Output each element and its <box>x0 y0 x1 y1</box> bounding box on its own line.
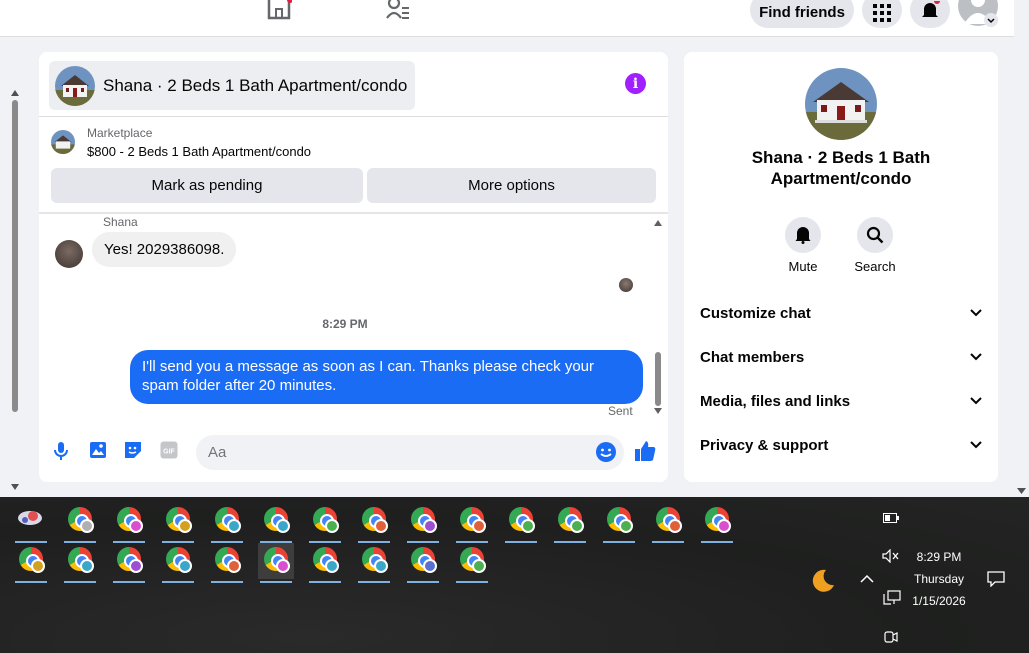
sent-status: Sent <box>608 404 633 418</box>
chat-details-panel: Shana · 2 Beds 1 Bath Apartment/condo Mu… <box>684 52 998 482</box>
chrome-profile-taskbar-icon[interactable] <box>552 503 588 543</box>
menu-button[interactable] <box>862 0 902 28</box>
find-friends-button[interactable]: Find friends <box>750 0 854 28</box>
row-label: Customize chat <box>700 304 811 322</box>
account-button[interactable] <box>958 0 998 28</box>
mute-label: Mute <box>788 259 818 274</box>
chrome-profile-taskbar-icon[interactable] <box>405 503 441 543</box>
message-composer: GIF <box>39 432 668 474</box>
webcam-icon[interactable] <box>884 630 898 644</box>
app-taskbar-icon[interactable] <box>13 503 49 543</box>
notification-center-icon[interactable] <box>987 571 1005 587</box>
chat-members-row[interactable]: Chat members <box>700 342 982 372</box>
marketplace-label: Marketplace <box>87 126 153 140</box>
more-options-button[interactable]: More options <box>367 168 656 203</box>
mute-button[interactable]: Mute <box>768 217 838 274</box>
chevron-down-icon <box>970 353 982 361</box>
search-button[interactable]: Search <box>840 217 910 274</box>
chrome-profile-taskbar-icon[interactable] <box>209 503 245 543</box>
account-avatar <box>958 0 998 27</box>
sender-avatar[interactable] <box>55 240 83 268</box>
message-input[interactable] <box>196 435 624 470</box>
home-icon[interactable] <box>266 0 292 20</box>
emoji-icon[interactable] <box>596 442 616 462</box>
chat-scrollbar[interactable] <box>651 216 665 418</box>
chrome-profile-taskbar-icon[interactable] <box>405 543 441 583</box>
chrome-profile-taskbar-icon[interactable] <box>13 543 49 583</box>
search-label: Search <box>854 259 896 274</box>
details-title: Shana · 2 Beds 1 Bath Apartment/condo <box>751 148 931 188</box>
seen-avatar <box>619 278 633 292</box>
row-label: Media, files and links <box>700 392 851 410</box>
chrome-profile-taskbar-icon[interactable] <box>454 543 490 583</box>
info-icon[interactable]: i <box>625 73 646 94</box>
chrome-profile-taskbar-icon[interactable] <box>503 503 539 543</box>
chrome-profile-taskbar-icon[interactable] <box>62 503 98 543</box>
windows-taskbar: 8:29 PM Thursday 1/15/2026 <box>0 497 1029 653</box>
chrome-profile-taskbar-icon[interactable] <box>650 503 686 543</box>
mark-as-pending-button[interactable]: Mark as pending <box>51 168 363 203</box>
left-scrollbar[interactable] <box>8 86 22 496</box>
chrome-profile-taskbar-icon[interactable] <box>111 503 147 543</box>
chrome-profile-taskbar-icon[interactable] <box>601 503 637 543</box>
privacy-support-row[interactable]: Privacy & support <box>700 430 982 460</box>
page-scrollbar[interactable] <box>1014 0 1029 497</box>
bell-icon <box>795 227 811 244</box>
chrome-profile-taskbar-icon[interactable] <box>307 503 343 543</box>
chrome-profile-taskbar-icon[interactable] <box>699 503 735 543</box>
top-navigation-bar: Find friends <box>0 0 1014 37</box>
chrome-profile-taskbar-icon[interactable] <box>356 503 392 543</box>
night-light-icon[interactable] <box>810 567 836 593</box>
incoming-message-bubble[interactable]: Yes! 2029386098. <box>92 232 237 267</box>
chrome-profile-taskbar-icon[interactable] <box>62 543 98 583</box>
bell-icon <box>922 1 940 17</box>
chrome-profile-taskbar-icon[interactable] <box>160 543 196 583</box>
chat-title: Shana · 2 Beds 1 Bath Apartment/condo <box>103 75 408 95</box>
thumbs-up-icon[interactable] <box>634 440 656 462</box>
customize-chat-row[interactable]: Customize chat <box>700 298 982 328</box>
sender-name: Shana <box>103 215 138 229</box>
listing-title[interactable]: $800 - 2 Beds 1 Bath Apartment/condo <box>87 144 311 159</box>
chrome-profile-taskbar-icon[interactable] <box>111 543 147 583</box>
divider <box>39 212 668 214</box>
outgoing-message-bubble[interactable]: I'll send you a message as soon as I can… <box>130 350 643 404</box>
row-label: Chat members <box>700 348 805 366</box>
chrome-profile-taskbar-icon[interactable] <box>258 543 294 583</box>
battery-icon[interactable] <box>883 513 899 523</box>
search-icon <box>866 226 884 244</box>
listing-image[interactable] <box>805 68 877 140</box>
chrome-profile-taskbar-icon[interactable] <box>307 543 343 583</box>
listing-small-thumbnail[interactable] <box>51 130 75 154</box>
volume-muted-icon[interactable] <box>882 549 900 563</box>
menu-grid-icon <box>873 4 891 22</box>
sticker-icon[interactable] <box>124 441 142 459</box>
row-label: Privacy & support <box>700 436 829 454</box>
show-hidden-icons-chevron[interactable] <box>860 573 874 583</box>
listing-thumbnail <box>55 65 95 106</box>
chrome-profile-taskbar-icon[interactable] <box>160 503 196 543</box>
chevron-down-icon <box>970 309 982 317</box>
divider <box>39 116 668 117</box>
chrome-profile-taskbar-icon[interactable] <box>209 543 245 583</box>
microphone-icon[interactable] <box>54 441 68 461</box>
gif-icon[interactable]: GIF <box>160 441 178 459</box>
clock-date[interactable]: 1/15/2026 <box>905 594 973 608</box>
chat-title-button[interactable]: Shana · 2 Beds 1 Bath Apartment/condo <box>49 61 415 110</box>
media-files-links-row[interactable]: Media, files and links <box>700 386 982 416</box>
chat-panel: Shana · 2 Beds 1 Bath Apartment/condo i … <box>39 52 668 482</box>
photo-icon[interactable] <box>89 441 107 459</box>
network-icon[interactable] <box>883 590 901 606</box>
message-timestamp: 8:29 PM <box>322 317 368 331</box>
svg-text:GIF: GIF <box>163 449 175 456</box>
clock-day[interactable]: Thursday <box>905 572 973 586</box>
chrome-profile-taskbar-icon[interactable] <box>454 503 490 543</box>
chrome-profile-taskbar-icon[interactable] <box>356 543 392 583</box>
clock-time[interactable]: 8:29 PM <box>905 550 973 564</box>
chevron-down-icon <box>970 397 982 405</box>
notifications-button[interactable] <box>910 0 950 28</box>
friends-icon[interactable] <box>385 0 411 20</box>
chevron-down-icon <box>970 441 982 449</box>
chrome-profile-taskbar-icon[interactable] <box>258 503 294 543</box>
